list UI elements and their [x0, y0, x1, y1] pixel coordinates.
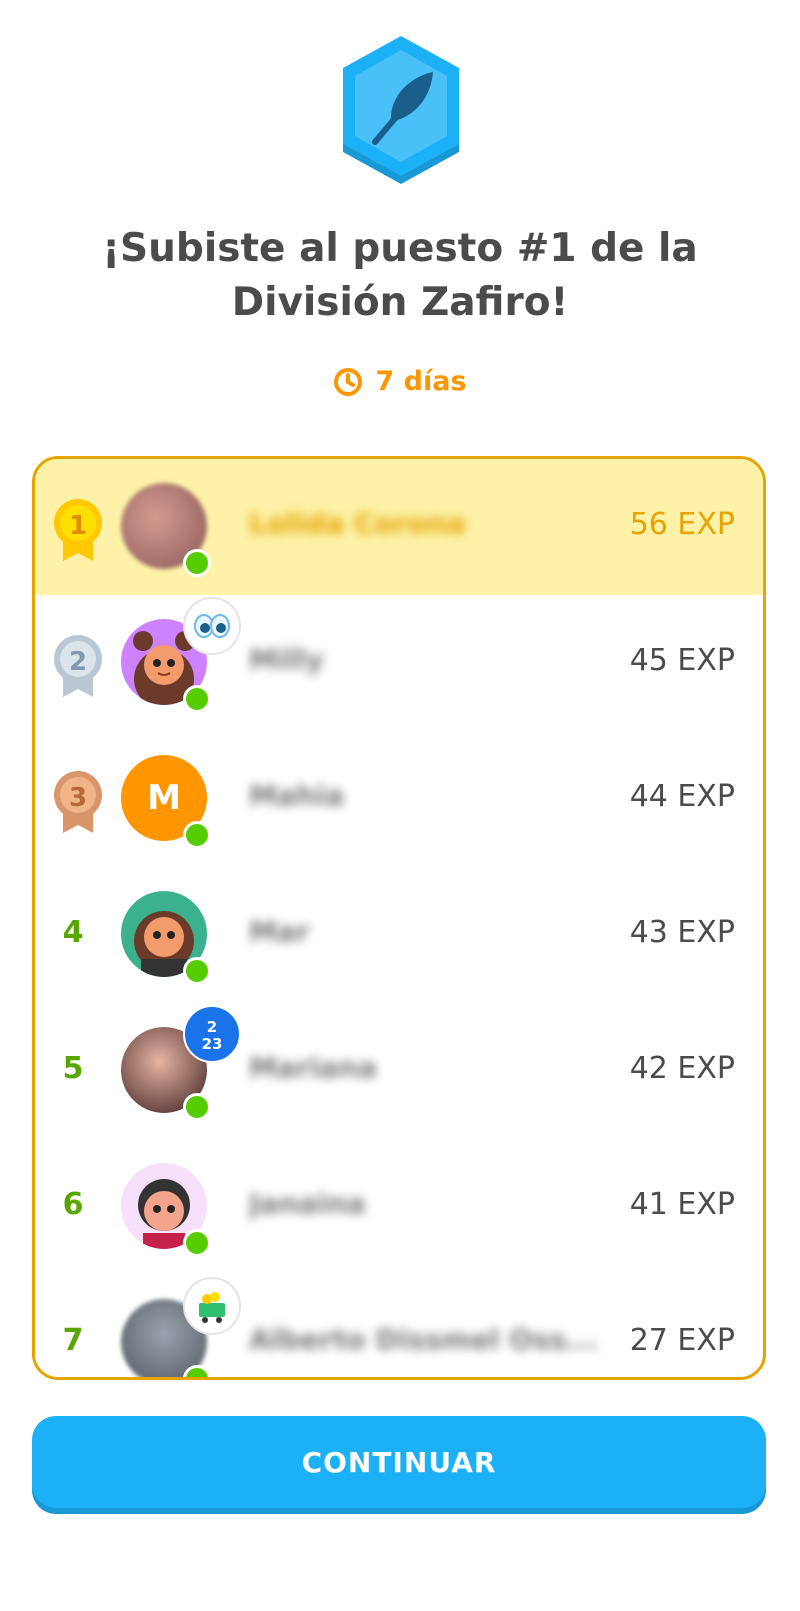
title-line-1: ¡Subiste al puesto #1 de la — [102, 226, 698, 271]
treasure-cart-icon — [183, 1277, 241, 1335]
user-name[interactable]: Lolida Corona — [249, 507, 466, 540]
svg-text:1: 1 — [69, 511, 87, 541]
leaderboard-row[interactable]: 2 Milly 45 EXP — [35, 595, 763, 731]
league-badge — [335, 32, 467, 192]
leaderboard-row[interactable]: 1 Lolida Corona 56 EXP — [35, 459, 763, 595]
user-name[interactable]: Mahia — [249, 779, 344, 812]
svg-text:2: 2 — [69, 647, 87, 677]
user-name[interactable]: Alberto Dissmel Oss... — [249, 1323, 598, 1356]
user-exp: 44 EXP — [629, 779, 735, 814]
gold-medal-icon: 1 — [54, 499, 102, 561]
leaderboard-row[interactable]: 6 Janaina 41 EXP — [35, 1139, 763, 1275]
eyes-icon — [183, 597, 241, 655]
online-indicator — [183, 1365, 211, 1377]
online-indicator — [183, 957, 211, 985]
page-title: ¡Subiste al puesto #1 de la División Zaf… — [60, 222, 740, 330]
online-indicator — [183, 1093, 211, 1121]
online-indicator — [183, 1229, 211, 1257]
leaderboard[interactable]: 1 Lolida Corona 56 EXP 2 Milly 45 EXP 3 … — [32, 456, 766, 1380]
rank-number: 6 — [62, 1187, 84, 1222]
online-indicator — [183, 685, 211, 713]
leaderboard-row[interactable]: 7 Alberto Dissmel Oss... 27 EXP — [35, 1275, 763, 1377]
leaderboard-row[interactable]: 5 2 23 Mariana 42 EXP — [35, 1003, 763, 1139]
clock-icon — [334, 367, 363, 396]
user-name[interactable]: Mariana — [249, 1051, 377, 1084]
rank-number: 5 — [62, 1051, 84, 1086]
user-name[interactable]: Milly — [249, 643, 324, 676]
leaderboard-row[interactable]: 4 Mar 43 EXP — [35, 867, 763, 1003]
2023-icon: 2 23 — [183, 1005, 241, 1063]
user-name[interactable]: Janaina — [249, 1187, 366, 1220]
timer-text: 7 días — [375, 366, 467, 397]
continue-button[interactable]: CONTINUAR — [32, 1416, 766, 1508]
online-indicator — [183, 549, 211, 577]
leaderboard-row[interactable]: 3 M Mahia 44 EXP — [35, 731, 763, 867]
user-exp: 45 EXP — [629, 643, 735, 678]
user-exp: 43 EXP — [629, 915, 735, 950]
bronze-medal-icon: 3 — [54, 771, 102, 833]
rank-number: 7 — [62, 1323, 84, 1358]
user-exp: 27 EXP — [629, 1323, 735, 1358]
svg-text:3: 3 — [69, 783, 87, 813]
rank-number: 4 — [62, 915, 84, 950]
online-indicator — [183, 821, 211, 849]
svg-text:2: 2 — [207, 1018, 217, 1036]
silver-medal-icon: 2 — [54, 635, 102, 697]
user-exp: 41 EXP — [629, 1187, 735, 1222]
time-remaining: 7 días — [0, 366, 800, 397]
feather-icon — [343, 36, 459, 184]
svg-text:23: 23 — [202, 1035, 223, 1053]
user-name[interactable]: Mar — [249, 915, 310, 948]
avatar-letter: M — [147, 778, 181, 818]
title-line-2: División Zafiro! — [231, 280, 569, 325]
user-exp: 42 EXP — [629, 1051, 735, 1086]
user-exp: 56 EXP — [629, 507, 735, 542]
